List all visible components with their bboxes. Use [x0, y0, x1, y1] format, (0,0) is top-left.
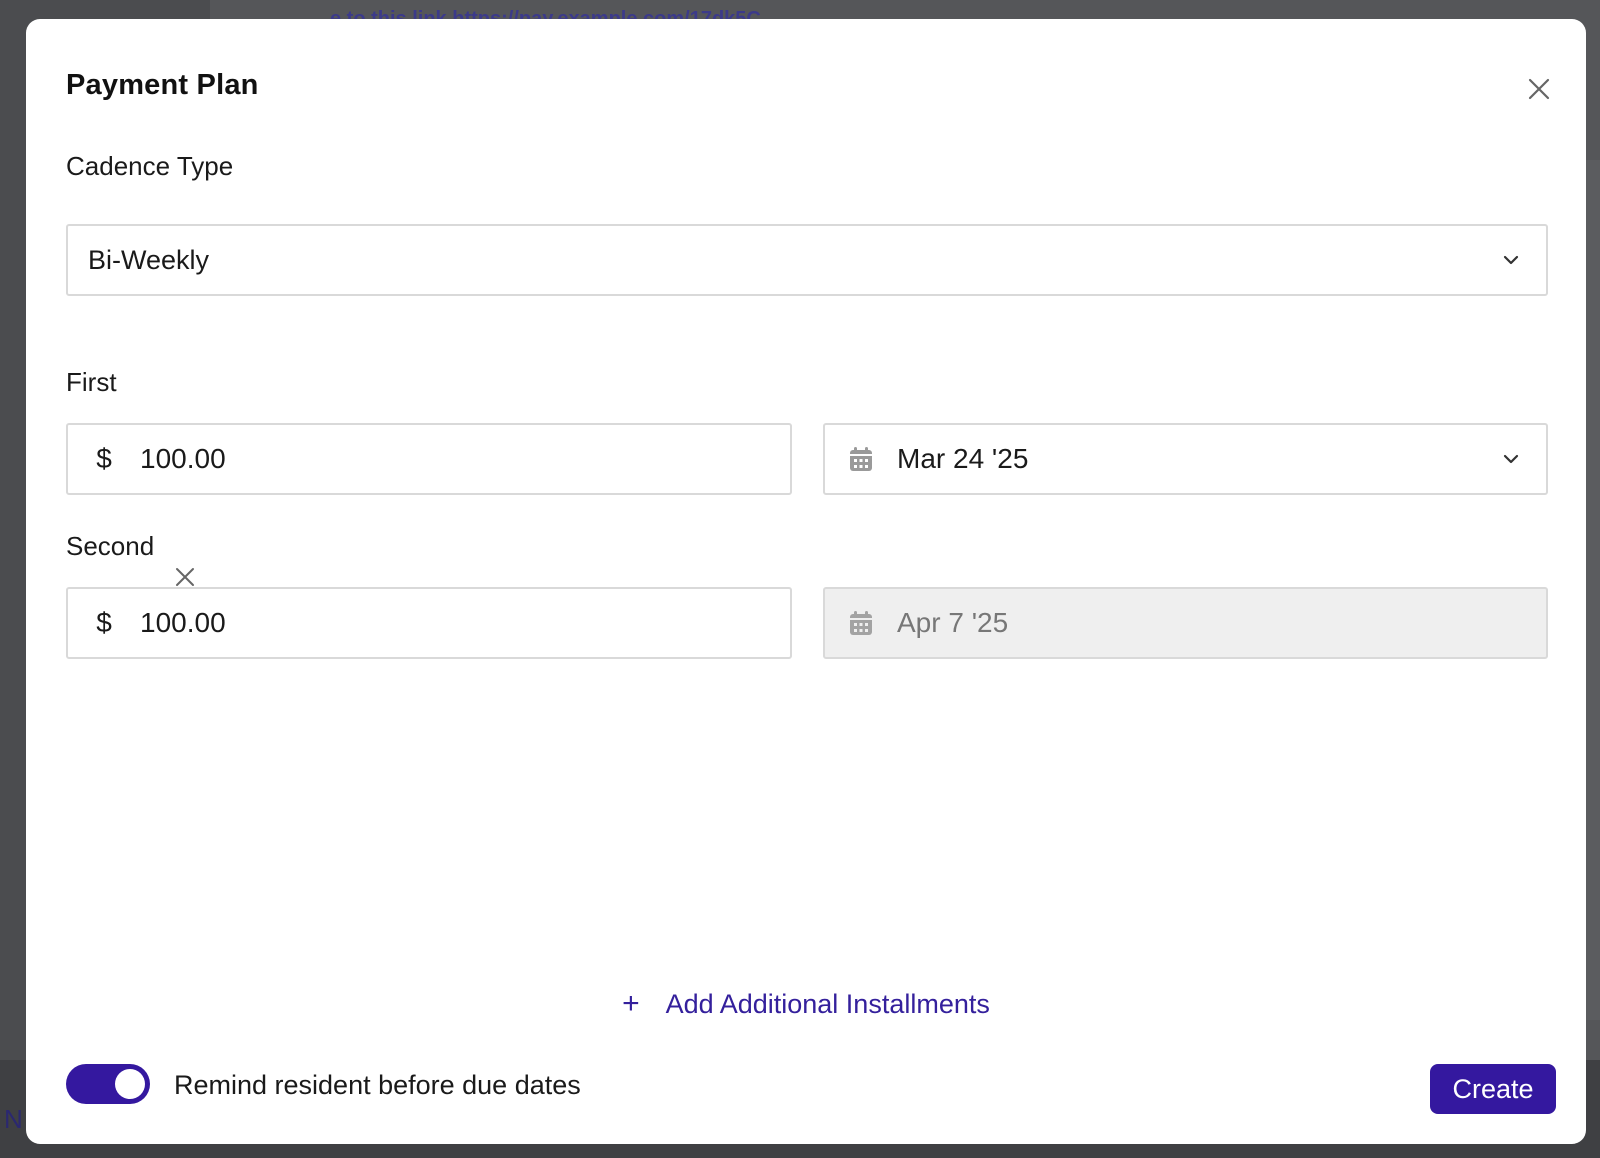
cadence-type-label: Cadence Type: [66, 151, 234, 181]
chevron-down-icon: [1503, 255, 1519, 265]
chevron-down-icon: [1503, 454, 1519, 464]
calendar-icon: [825, 446, 897, 472]
installment-second-amount: 100.00: [140, 607, 226, 638]
reminder-label: Remind resident before due dates: [174, 1070, 581, 1100]
calendar-icon: [825, 610, 897, 636]
installment-second-date-field: Apr 7 '25: [823, 587, 1548, 659]
payment-plan-modal: Payment Plan Cadence Type Bi-Weekly Firs…: [26, 19, 1586, 1144]
close-icon: [1528, 78, 1550, 100]
installment-second-date: Apr 7 '25: [897, 607, 1009, 638]
installment-second-amount-input[interactable]: $ 100.00: [66, 587, 792, 659]
modal-title: Payment Plan: [66, 69, 259, 101]
installment-first-label: First: [66, 367, 117, 397]
toggle-knob: [115, 1069, 145, 1099]
reminder-toggle[interactable]: [66, 1064, 150, 1104]
currency-symbol: $: [96, 607, 112, 638]
background-bottom-letter: N: [4, 1104, 23, 1134]
installment-first-amount-input[interactable]: $ 100.00: [66, 423, 792, 495]
installment-first-date-picker[interactable]: Mar 24 '25: [823, 423, 1548, 495]
installment-second-label: Second: [66, 531, 155, 561]
create-button[interactable]: Create: [1430, 1064, 1556, 1114]
installment-first-amount: 100.00: [140, 443, 226, 474]
cadence-type-select[interactable]: Bi-Weekly: [66, 224, 1548, 296]
add-installments-label: Add Additional Installments: [665, 988, 990, 1019]
close-button[interactable]: [1522, 72, 1556, 106]
close-icon: [176, 568, 194, 586]
remove-installment-button[interactable]: [173, 565, 197, 589]
currency-symbol: $: [96, 443, 112, 474]
installment-first-date: Mar 24 '25: [897, 443, 1029, 474]
add-installments-link[interactable]: + Add Additional Installments: [26, 987, 1586, 1021]
cadence-type-value: Bi-Weekly: [88, 244, 210, 275]
plus-icon: +: [622, 987, 640, 1020]
background-right-column: [1585, 160, 1600, 1020]
